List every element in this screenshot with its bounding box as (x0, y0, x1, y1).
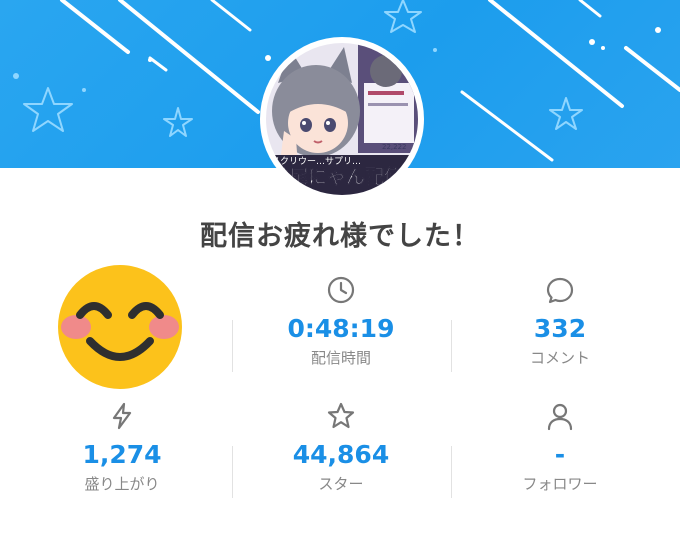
comment-icon (546, 277, 574, 304)
clock-icon (327, 276, 355, 304)
stat-stars: 44,864 スター (241, 401, 441, 494)
stat-label: 盛り上がり (84, 475, 160, 493)
stat-duration: 0:48:19 配信時間 (241, 275, 441, 368)
avatar[interactable]: スクリウー…サプリ… 22,222 猫尾にゃん配信 (266, 43, 418, 195)
stat-label: コメント (529, 349, 590, 367)
svg-text:22,222: 22,222 (382, 143, 407, 151)
stat-comments: 332 コメント (460, 275, 660, 368)
person-icon (547, 403, 573, 431)
stat-value: 332 (533, 314, 587, 343)
lightning-icon (112, 402, 132, 430)
divider (451, 446, 452, 498)
divider (232, 446, 233, 498)
stat-label: フォロワー (522, 475, 598, 493)
stat-followers: - フォロワー (460, 401, 660, 494)
stat-label: スター (318, 475, 364, 493)
divider (451, 320, 452, 372)
star-icon (327, 402, 355, 429)
stat-value: 0:48:19 (287, 314, 395, 343)
stat-label: 配信時間 (310, 349, 371, 367)
stat-value: - (554, 440, 566, 469)
stat-excitement: 1,274 盛り上がり (22, 401, 222, 494)
avatar-image: スクリウー…サプリ… 22,222 猫尾にゃん配信 (266, 43, 418, 195)
stat-value: 44,864 (292, 440, 390, 469)
smiling-face-emoji (58, 265, 182, 389)
stream-ended-title: 配信お疲れ様でした！ (200, 221, 480, 252)
stat-value: 1,274 (82, 440, 162, 469)
divider (232, 320, 233, 372)
